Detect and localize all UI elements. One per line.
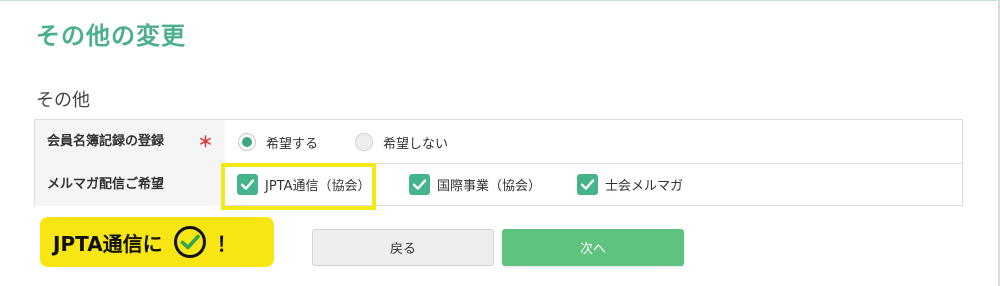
checkbox-checked-icon[interactable] — [577, 173, 598, 195]
radio-unselected-icon[interactable] — [355, 133, 373, 151]
checkbox-label: 国際事業（協会） — [437, 178, 542, 194]
checkbox-shikai-mailmag[interactable]: 士会メルマガ — [577, 173, 683, 195]
check-circle-icon — [173, 226, 206, 258]
radio-label: 希望する — [266, 136, 319, 152]
radio-option-kibou-shinai[interactable]: 希望しない — [355, 132, 448, 152]
radio-selected-icon[interactable] — [238, 133, 256, 151]
meibo-label: 会員名簿記録の登録 — [35, 120, 225, 163]
required-mark: ＊ — [198, 133, 214, 151]
back-button[interactable]: 戻る — [312, 229, 494, 266]
callout-exclaim: ！ — [216, 231, 237, 256]
callout-badge: JPTA通信に ！ — [40, 217, 274, 267]
radio-label: 希望しない — [383, 136, 449, 152]
checkbox-kokusai-jigyou[interactable]: 国際事業（協会） — [409, 173, 541, 195]
radio-option-kibou-suru[interactable]: 希望する — [238, 132, 318, 152]
next-button[interactable]: 次へ — [502, 229, 684, 266]
form-table: 会員名簿記録の登録 ＊ 希望する 希望しない メルマガ配信ご希望 JPTA通信（… — [34, 119, 963, 206]
form-row-meibo: 会員名簿記録の登録 ＊ 希望する 希望しない — [35, 120, 962, 164]
mailmag-label: メルマガ配信ご希望 — [35, 163, 225, 206]
highlight-box — [221, 163, 376, 210]
checkbox-label: 士会メルマガ — [605, 178, 684, 194]
callout-text: JPTA通信に — [53, 231, 163, 256]
page-title: その他の変更 — [36, 22, 186, 50]
checkbox-checked-icon[interactable] — [409, 173, 430, 195]
form-row-mailmag: メルマガ配信ご希望 JPTA通信（協会） 国際事業（協会） 士会メルマガ — [35, 163, 962, 206]
section-title: その他 — [36, 90, 90, 111]
